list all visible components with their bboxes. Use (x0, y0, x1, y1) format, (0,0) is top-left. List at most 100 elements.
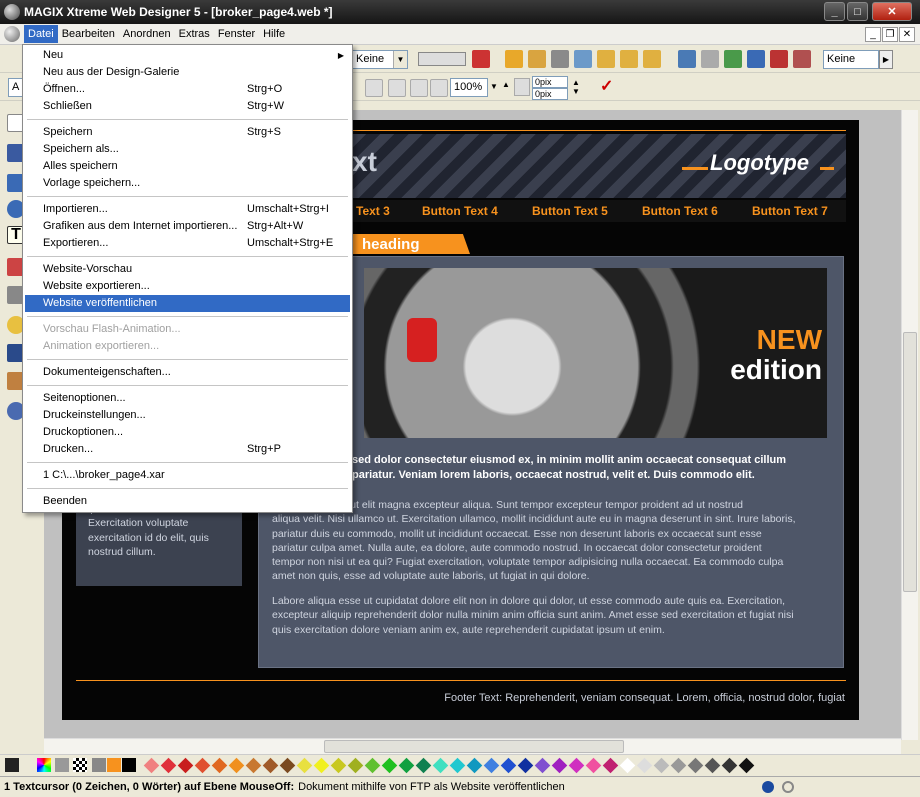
file-menu-item[interactable]: Alles speichern (25, 158, 350, 175)
menu-extras[interactable]: Extras (175, 25, 214, 43)
color-swatch[interactable] (160, 757, 177, 774)
line-width-icon[interactable] (418, 52, 466, 66)
align-right-icon[interactable] (365, 79, 383, 97)
color-swatch[interactable] (500, 757, 517, 774)
color-swatch[interactable] (347, 757, 364, 774)
spellcheck-icon[interactable]: ✓ (600, 76, 613, 96)
color-swatch[interactable] (534, 757, 551, 774)
file-menu-item[interactable]: Druckoptionen... (25, 424, 350, 441)
file-menu-item[interactable]: Speichern Strg+S (25, 124, 350, 141)
nav-button-7[interactable]: Button Text 7 (752, 204, 828, 218)
color-editor-icon[interactable] (37, 758, 51, 772)
file-menu-item[interactable]: Vorlage speichern... (25, 175, 350, 192)
baseline-icon[interactable] (514, 78, 530, 96)
app-icon[interactable] (4, 4, 20, 20)
scissors-icon[interactable] (770, 50, 788, 68)
color-swatch[interactable] (313, 757, 330, 774)
horizontal-scroll-thumb[interactable] (324, 740, 624, 753)
color-swatch[interactable] (381, 757, 398, 774)
color-swatch[interactable] (721, 757, 738, 774)
spin-arrows-icon[interactable]: ▲ (502, 80, 510, 89)
file-menu-item[interactable]: Dokumenteigenschaften... (25, 364, 350, 381)
color-swatch[interactable] (398, 757, 415, 774)
refresh-icon[interactable] (782, 781, 794, 793)
nav-button-6[interactable]: Button Text 6 (642, 204, 718, 218)
color-swatch[interactable] (432, 757, 449, 774)
spacing-spin-icon[interactable]: ▲ ▼ (572, 78, 580, 96)
color-swatch[interactable] (568, 757, 585, 774)
line-spacing-icon[interactable] (410, 79, 428, 97)
file-menu-item[interactable]: 1 C:\...\broker_page4.xar (25, 467, 350, 484)
color-swatch[interactable] (602, 757, 619, 774)
color-swatch[interactable] (466, 757, 483, 774)
file-menu-item[interactable]: Druckeinstellungen... (25, 407, 350, 424)
swatch-orange[interactable] (107, 758, 121, 772)
color-swatch[interactable] (364, 757, 381, 774)
line-style-select[interactable]: Keine ▼ (352, 50, 408, 69)
file-menu-item[interactable]: Grafiken aus dem Internet importieren...… (25, 218, 350, 235)
color-swatch[interactable] (177, 757, 194, 774)
export-image-icon[interactable] (643, 50, 661, 68)
align-justify-icon[interactable] (388, 79, 406, 97)
color-swatch[interactable] (653, 757, 670, 774)
color-swatch[interactable] (636, 757, 653, 774)
file-menu-item[interactable]: Drucken... Strg+P (25, 441, 350, 458)
minimize-button[interactable]: _ (824, 2, 845, 21)
vertical-scrollbar[interactable] (901, 110, 918, 740)
png-icon[interactable] (620, 50, 638, 68)
chain-icon[interactable] (551, 50, 569, 68)
anchor-icon[interactable] (574, 50, 592, 68)
link-icon[interactable] (505, 50, 523, 68)
color-swatch[interactable] (194, 757, 211, 774)
color-swatch[interactable] (585, 757, 602, 774)
file-menu-item[interactable]: Speichern als... (25, 141, 350, 158)
color-swatch[interactable] (330, 757, 347, 774)
doc-restore-button[interactable]: ❐ (882, 27, 898, 42)
style-select[interactable]: Keine (823, 50, 879, 69)
file-menu-item[interactable]: Neu aus der Design-Galerie (25, 64, 350, 81)
file-menu-item[interactable]: Importieren... Umschalt+Strg+I (25, 201, 350, 218)
zoom-field[interactable]: 100% (450, 78, 488, 97)
chevron-right-icon[interactable]: ▶ (879, 50, 893, 69)
menu-fenster[interactable]: Fenster (214, 25, 259, 43)
close-button[interactable]: ✕ (872, 2, 912, 21)
menu-datei[interactable]: Datei (24, 25, 58, 43)
magnet-icon[interactable] (472, 50, 490, 68)
nav-button-3[interactable]: Text 3 (356, 204, 390, 218)
color-swatch[interactable] (551, 757, 568, 774)
color-swatch[interactable] (415, 757, 432, 774)
swatch-black[interactable] (122, 758, 136, 772)
color-swatch[interactable] (449, 757, 466, 774)
file-menu-item[interactable]: Beenden (25, 493, 350, 510)
arrange-icon[interactable] (724, 50, 742, 68)
zoom-dropdown-icon[interactable]: ▼ (490, 82, 498, 91)
swatch-gray[interactable] (92, 758, 106, 772)
jpg-icon[interactable] (597, 50, 615, 68)
file-menu-item[interactable]: Neu ▶ (25, 47, 350, 64)
eyedropper-icon[interactable] (793, 50, 811, 68)
menu-anordnen[interactable]: Anordnen (119, 25, 175, 43)
color-swatch[interactable] (296, 757, 313, 774)
menu-bearbeiten[interactable]: Bearbeiten (58, 25, 119, 43)
file-menu-item[interactable]: Website veröffentlichen (25, 295, 350, 312)
spacing-top-field[interactable]: 0pix (532, 76, 568, 88)
globe-link-icon[interactable] (528, 50, 546, 68)
columns-icon[interactable] (701, 50, 719, 68)
color-swatch[interactable] (704, 757, 721, 774)
nav-button-5[interactable]: Button Text 5 (532, 204, 608, 218)
file-menu-item[interactable]: Exportieren... Umschalt+Strg+E (25, 235, 350, 252)
file-menu-item[interactable]: Öffnen... Strg+O (25, 81, 350, 98)
color-swatch[interactable] (670, 757, 687, 774)
color-swatch[interactable] (483, 757, 500, 774)
color-swatch[interactable] (738, 757, 755, 774)
color-swatch[interactable] (279, 757, 296, 774)
color-swatch[interactable] (517, 757, 534, 774)
horizontal-scrollbar[interactable] (44, 738, 901, 754)
menu-hilfe[interactable]: Hilfe (259, 25, 289, 43)
doc-minimize-button[interactable]: _ (865, 27, 881, 42)
file-menu-item[interactable]: Schließen Strg+W (25, 98, 350, 115)
document-icon[interactable] (4, 26, 20, 42)
file-menu-item[interactable]: Website exportieren... (25, 278, 350, 295)
color-swatch[interactable] (245, 757, 262, 774)
maximize-button[interactable]: □ (847, 2, 868, 21)
